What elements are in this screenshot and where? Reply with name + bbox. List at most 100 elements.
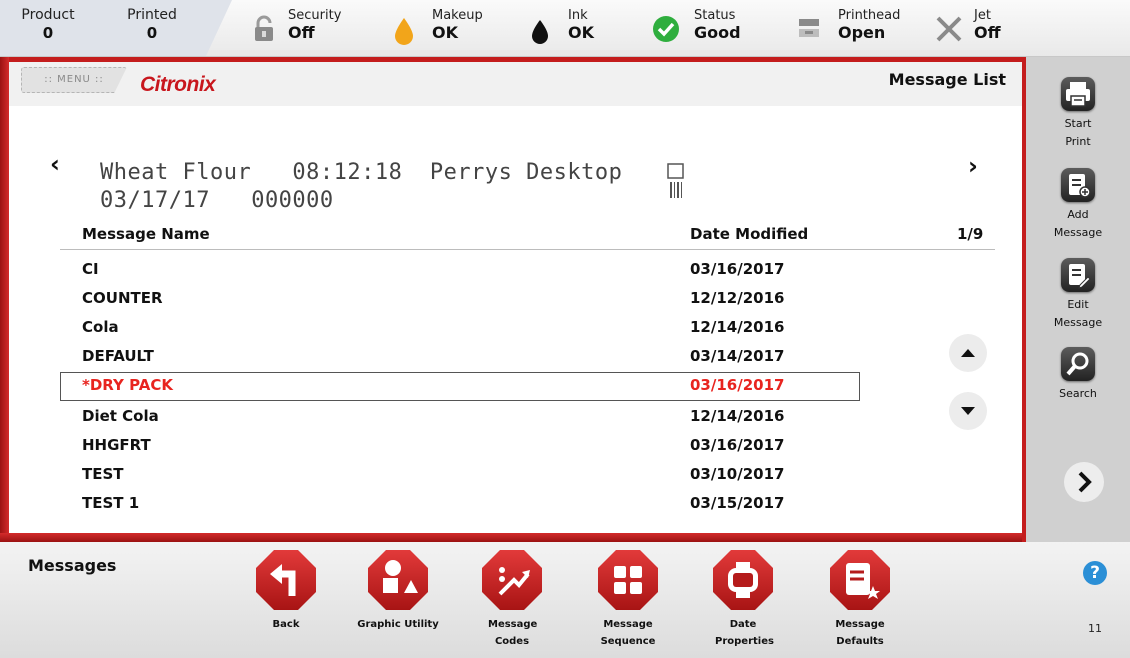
citronix-logo: Citronix [140, 73, 216, 96]
back-button[interactable]: Back [248, 550, 324, 633]
makeup-label: Makeup [432, 8, 483, 23]
message-row-selected[interactable]: *DRY PACK 03/16/2017 [60, 372, 860, 401]
section-title: Messages [28, 556, 117, 575]
message-sequence-label: Message Sequence [600, 619, 656, 647]
makeup-value: OK [432, 23, 458, 42]
status-bar: Product 0 Printed 0 Security Off Makeup … [0, 0, 1130, 57]
scroll-up-button[interactable] [949, 334, 987, 372]
message-date: 03/10/2017 [690, 465, 785, 483]
message-date: 03/16/2017 [690, 436, 785, 454]
preview-prev-arrow[interactable]: ‹ [50, 150, 60, 178]
ink-status[interactable]: Ink OK [528, 0, 618, 56]
date-properties-label: Date Properties [715, 619, 774, 647]
add-message-label: Add Message [1053, 208, 1103, 239]
jet-label: Jet [974, 8, 991, 23]
jet-status[interactable]: Jet Off [934, 0, 1024, 56]
search-label: Search [1059, 387, 1097, 400]
product-label: Product [21, 7, 75, 23]
message-sequence-button[interactable]: Message Sequence [590, 550, 666, 650]
printed-label: Printed [127, 7, 177, 23]
product-value: 0 [42, 24, 54, 42]
screen-number: 11 [1088, 622, 1102, 635]
preview-line-2: 03/17/17 000000 [100, 188, 334, 213]
security-value: Off [288, 23, 315, 42]
help-icon[interactable]: ? [1083, 561, 1107, 585]
edit-message-label: Edit Message [1053, 298, 1103, 329]
message-name: *DRY PACK [82, 376, 173, 394]
search-icon [1061, 347, 1095, 381]
date-properties-button[interactable]: Date Properties [705, 550, 781, 650]
message-name: COUNTER [82, 289, 163, 307]
product-counter: Product 0 [18, 7, 78, 43]
message-row[interactable]: Diet Cola 12/14/2016 [60, 403, 858, 430]
makeup-status[interactable]: Makeup OK [392, 0, 502, 56]
column-header-date: Date Modified [690, 225, 809, 243]
search-button[interactable]: Search [1026, 347, 1130, 403]
message-name: HHGFRT [82, 436, 151, 454]
back-label: Back [272, 619, 300, 630]
bottom-toolbar: Messages Back Graphic Utility Message Co… [0, 542, 1130, 658]
message-codes-label: Message Codes [488, 619, 538, 647]
action-sidebar: Start Print Add Message Edit Message Sea… [1026, 57, 1130, 542]
message-defaults-button[interactable]: Message Defaults [822, 550, 898, 650]
printed-counter: Printed 0 [122, 7, 182, 43]
shapes-icon [368, 550, 428, 610]
ink-value: OK [568, 23, 594, 42]
printhead-status[interactable]: Printhead Open [796, 0, 926, 56]
triangle-up-icon [961, 349, 975, 357]
message-row[interactable]: CI 03/16/2017 [60, 256, 858, 283]
printhead-label: Printhead [838, 8, 901, 23]
message-defaults-label: Message Defaults [835, 619, 885, 647]
message-name: CI [82, 260, 99, 278]
message-name: Cola [82, 318, 119, 336]
scroll-down-button[interactable] [949, 392, 987, 430]
screen-header: :: MENU :: Citronix Message List [9, 62, 1022, 106]
message-row[interactable]: TEST 03/10/2017 [60, 461, 858, 488]
status-label: Status [694, 8, 736, 23]
ink-label: Ink [568, 8, 588, 23]
printer-icon [1061, 77, 1095, 111]
sequence-grid-icon [598, 550, 658, 610]
frame-bottom [0, 533, 1022, 542]
message-date: 12/14/2016 [690, 318, 785, 336]
security-status[interactable]: Security Off [252, 0, 372, 56]
graphic-utility-button[interactable]: Graphic Utility [348, 550, 448, 633]
message-list-header: Message Name Date Modified 1/9 [60, 222, 995, 250]
system-status[interactable]: Status Good [652, 0, 762, 56]
preview-line-1: Wheat Flour 08:12:18 Perrys Desktop [100, 160, 623, 185]
message-row[interactable]: COUNTER 12/12/2016 [60, 285, 858, 312]
message-codes-button[interactable]: Message Codes [474, 550, 550, 650]
sidebar-next-button[interactable] [1064, 462, 1104, 502]
message-name: DEFAULT [82, 347, 154, 365]
triangle-down-icon [961, 407, 975, 415]
graphic-utility-label: Graphic Utility [357, 619, 439, 630]
frame-left [0, 57, 9, 542]
printhead-value: Open [838, 23, 886, 42]
start-print-button[interactable]: Start Print [1026, 77, 1130, 151]
ink-drop-icon [532, 20, 548, 44]
message-row[interactable]: Cola 12/14/2016 [60, 314, 858, 341]
edit-message-button[interactable]: Edit Message [1026, 258, 1130, 332]
message-row[interactable]: HHGFRT 03/16/2017 [60, 432, 858, 459]
edit-document-icon [1061, 258, 1095, 292]
message-date: 03/14/2017 [690, 347, 785, 365]
message-row[interactable]: TEST 1 03/15/2017 [60, 490, 858, 517]
message-date: 12/14/2016 [690, 407, 785, 425]
menu-button[interactable]: :: MENU :: [21, 67, 127, 93]
add-message-button[interactable]: Add Message [1026, 168, 1130, 242]
preview-next-arrow[interactable]: › [968, 152, 978, 180]
add-document-icon [1061, 168, 1095, 202]
calendar-watch-icon [713, 550, 773, 610]
jet-value: Off [974, 23, 1001, 42]
message-row[interactable]: DEFAULT 03/14/2017 [60, 343, 858, 370]
lock-icon [255, 15, 273, 41]
page-indicator: 1/9 [957, 225, 984, 243]
message-date: 03/16/2017 [690, 376, 785, 394]
codes-icon [482, 550, 542, 610]
printhead-icon [799, 19, 819, 37]
makeup-drop-icon [395, 18, 413, 45]
printed-value: 0 [146, 24, 158, 42]
check-circle-icon [653, 16, 679, 42]
message-date: 03/15/2017 [690, 494, 785, 512]
x-icon [936, 16, 962, 42]
